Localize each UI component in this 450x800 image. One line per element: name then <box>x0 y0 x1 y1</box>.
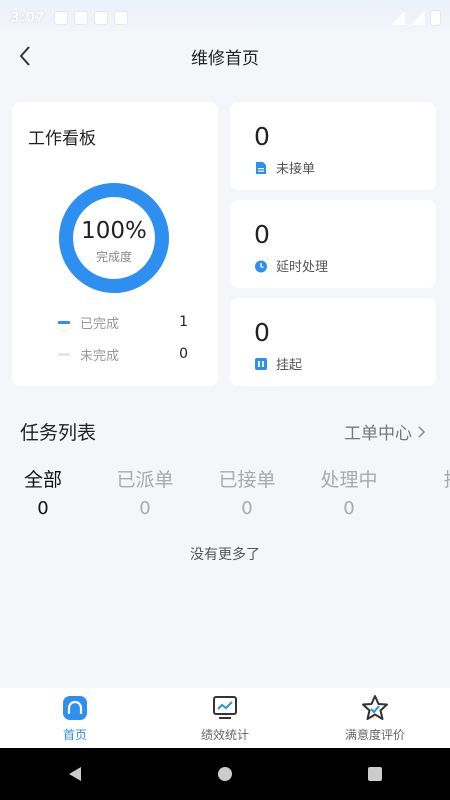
tab-count: 0 <box>139 498 151 519</box>
task-tabs: 全部 0 已派单 0 已接单 0 处理中 0 挂 <box>0 466 450 526</box>
stat-value: 0 <box>254 220 270 249</box>
chart-monitor-icon <box>213 695 237 719</box>
stat-label: 未接单 <box>276 162 316 177</box>
stat-label: 挂起 <box>276 358 303 373</box>
tab-label: 处理中 <box>320 469 378 491</box>
work-order-center-label: 工单中心 <box>344 424 412 444</box>
pause-doc-icon <box>255 357 267 370</box>
notification-icon <box>94 12 107 24</box>
legend-incomplete: 未完成 0 <box>58 344 188 364</box>
home-circle-icon[interactable] <box>205 754 245 794</box>
signal-icon <box>411 11 425 25</box>
legend-completed: 已完成 1 <box>58 312 188 332</box>
legend-label: 已完成 <box>80 316 120 332</box>
legend-count: 1 <box>179 314 188 330</box>
stat-card-suspended[interactable]: 0 挂起 <box>230 298 436 386</box>
header: 维修首页 <box>0 36 450 76</box>
tab-label: 挂 <box>403 466 450 494</box>
wifi-icon <box>391 11 405 25</box>
legend-swatch <box>58 352 70 356</box>
board-title: 工作看板 <box>28 129 96 149</box>
home-icon <box>63 695 87 720</box>
stat-card-delayed[interactable]: 0 延时处理 <box>230 200 436 288</box>
stat-card-unaccepted[interactable]: 0 未接单 <box>230 102 436 190</box>
document-icon <box>256 161 266 174</box>
tab-all[interactable]: 全部 0 <box>0 466 93 519</box>
status-time: 3:07 <box>10 10 45 26</box>
chevron-left-icon[interactable] <box>14 42 38 70</box>
stat-value: 0 <box>254 318 270 347</box>
nav-label: 绩效统计 <box>200 727 249 742</box>
system-nav-bar <box>0 748 450 800</box>
empty-list-text: 没有更多了 <box>190 547 260 563</box>
stat-label: 延时处理 <box>276 260 329 275</box>
completion-percent: 100% <box>81 218 147 244</box>
legend-label: 未完成 <box>80 348 120 364</box>
tab-processing[interactable]: 处理中 0 <box>299 466 399 519</box>
nav-home[interactable]: 首页 <box>15 694 135 743</box>
tab-suspended[interactable]: 挂 <box>403 466 450 498</box>
completion-label: 完成度 <box>95 250 132 264</box>
page-title: 维修首页 <box>191 48 259 69</box>
tab-count: 0 <box>37 498 49 519</box>
recents-square-icon[interactable] <box>355 754 395 794</box>
tab-dispatched[interactable]: 已派单 0 <box>95 466 195 519</box>
battery-icon <box>431 11 440 25</box>
tab-count: 0 <box>241 498 253 519</box>
tab-label: 已接单 <box>218 469 276 491</box>
tab-count: 0 <box>343 498 355 519</box>
nav-label: 首页 <box>62 727 87 742</box>
task-list-title: 任务列表 <box>20 422 97 444</box>
back-triangle-icon[interactable] <box>55 754 95 794</box>
tab-accepted[interactable]: 已接单 0 <box>197 466 297 519</box>
chevron-right-icon <box>418 425 426 438</box>
completion-donut: 100% 完成度 <box>58 182 170 294</box>
work-order-center-link[interactable]: 工单中心 <box>344 419 426 444</box>
tab-label: 已派单 <box>116 469 174 491</box>
nav-performance[interactable]: 绩效统计 <box>165 694 285 743</box>
stat-value: 0 <box>254 122 270 151</box>
legend-count: 0 <box>179 346 188 362</box>
clock-icon <box>255 260 267 272</box>
star-check-icon <box>362 694 388 720</box>
status-bar: 3:07 <box>0 0 450 36</box>
bottom-nav: 首页 绩效统计 满意度评价 <box>0 688 450 748</box>
work-board-card: 工作看板 100% 完成度 已完成 1 未完成 0 <box>12 102 218 386</box>
notification-icon <box>54 12 67 24</box>
notification-icon <box>74 12 87 24</box>
notification-icon <box>114 12 127 24</box>
legend-swatch <box>58 320 70 324</box>
tab-label: 全部 <box>23 469 62 491</box>
nav-label: 满意度评价 <box>344 727 405 742</box>
nav-satisfaction[interactable]: 满意度评价 <box>315 694 435 743</box>
